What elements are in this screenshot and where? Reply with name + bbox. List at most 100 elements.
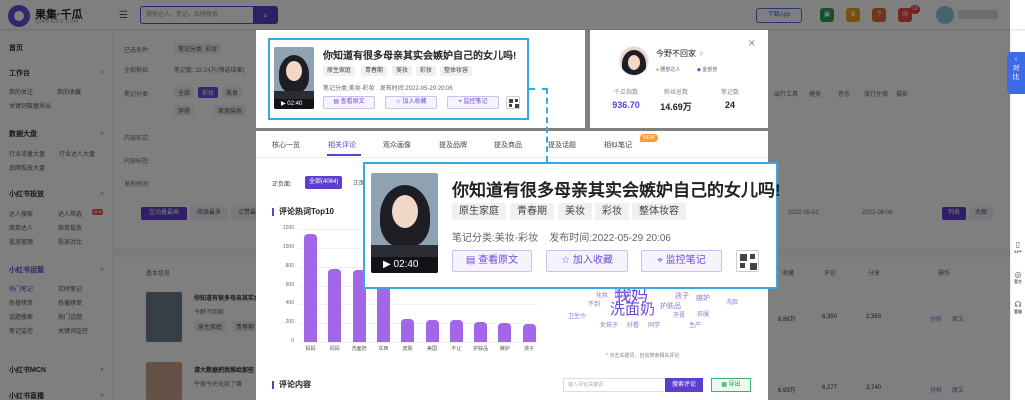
play-icon: ▶ bbox=[383, 259, 394, 270]
y-axis-tick: 800 bbox=[285, 262, 294, 269]
view-source-label: 查看原文 bbox=[478, 255, 519, 266]
chart-bar[interactable] bbox=[474, 321, 488, 342]
word-cloud-keyword[interactable]: 不到 bbox=[588, 299, 600, 308]
new-badge: NEW bbox=[640, 134, 658, 142]
active-tab-indicator bbox=[327, 154, 361, 156]
highlight-outline bbox=[268, 38, 529, 120]
chart-bar[interactable] bbox=[522, 323, 536, 342]
qr-code-icon[interactable] bbox=[736, 250, 759, 272]
sentiment-filter-all[interactable]: 全部(4064) bbox=[305, 176, 343, 189]
add-favorite-button[interactable]: ☆ 加入收藏 bbox=[546, 250, 628, 272]
category-label: 笔记分类: bbox=[452, 233, 495, 244]
tab-brands[interactable]: 提及品牌 bbox=[439, 140, 467, 150]
tab-products[interactable]: 提及商品 bbox=[494, 140, 522, 150]
word-cloud-keyword[interactable]: 女孩子 bbox=[600, 320, 618, 329]
word-cloud-keyword[interactable]: 牙膏 bbox=[673, 310, 685, 319]
x-axis-tick: 洗面奶 bbox=[351, 346, 367, 352]
y-axis-tick: 1000 bbox=[282, 243, 294, 250]
author-brand-badge: ◆ 金部普 bbox=[697, 66, 717, 73]
x-axis-tick: 孩子 bbox=[524, 346, 535, 352]
sentiment-filter-label: 正负面: bbox=[272, 182, 292, 188]
rail-label: 官方 bbox=[1014, 279, 1022, 284]
x-axis-tick: 不让 bbox=[451, 346, 462, 352]
word-cloud-keyword[interactable]: 生产 bbox=[689, 320, 701, 329]
zoomed-note-meta: 笔记分类:美妆-彩妆 发布时间:2022-05-29 20:06 bbox=[452, 229, 671, 244]
tab-divider bbox=[256, 157, 768, 158]
tab-topics[interactable]: 提及话题 bbox=[548, 140, 576, 150]
chart-bar[interactable] bbox=[304, 233, 317, 342]
author-avatar[interactable] bbox=[619, 46, 649, 76]
chart-bar[interactable] bbox=[449, 320, 463, 342]
y-axis-tick: 0 bbox=[291, 338, 294, 344]
rail-app[interactable]: ▯ APP bbox=[1011, 240, 1025, 254]
note-tag[interactable]: 整体妆容 bbox=[632, 203, 686, 220]
chart-bar[interactable] bbox=[425, 319, 439, 342]
document-icon: ▤ bbox=[465, 255, 479, 266]
author-name[interactable]: 今野不回家 ♀ bbox=[656, 48, 704, 59]
stat-label: 笔记数 bbox=[720, 90, 739, 96]
note-tag[interactable]: 彩妆 bbox=[595, 203, 629, 220]
grid-line bbox=[298, 342, 538, 343]
comment-search-input[interactable]: 输入评论关键词 bbox=[563, 378, 665, 392]
monitor-note-label: 监控笔记 bbox=[665, 255, 706, 266]
excel-icon: ▦ bbox=[721, 382, 729, 388]
monitor-note-button[interactable]: ⌖ 监控笔记 bbox=[641, 250, 722, 272]
stat-value: 24 bbox=[724, 100, 735, 110]
headset-icon: ☊ bbox=[1014, 300, 1022, 309]
word-cloud-keyword[interactable]: 衣服 bbox=[697, 309, 709, 318]
word-cloud-keyword[interactable]: 卫生巾 bbox=[568, 311, 586, 320]
y-axis-tick: 1200 bbox=[282, 225, 294, 231]
thumbnail-face bbox=[391, 195, 418, 228]
x-axis-tick: 妈妈 bbox=[329, 346, 340, 352]
chart-bar[interactable] bbox=[401, 319, 415, 342]
x-axis-tick: 妈妈 bbox=[305, 346, 316, 352]
compare-label: 对比 bbox=[1012, 65, 1020, 81]
chart-bar[interactable] bbox=[498, 322, 512, 342]
stat-label: 千瓜指数 bbox=[613, 90, 638, 96]
stat-value: 14.69万 bbox=[660, 102, 692, 112]
compare-button[interactable]: ‹ 对比 bbox=[1007, 52, 1025, 94]
tab-overview[interactable]: 核心一览 bbox=[272, 140, 300, 150]
close-icon[interactable]: ✕ bbox=[748, 38, 756, 49]
comments-title: 评论内容 bbox=[272, 381, 311, 389]
word-cloud-keyword[interactable]: 化妆 bbox=[596, 290, 608, 299]
note-tag[interactable]: 美妆 bbox=[558, 203, 592, 220]
y-axis-tick: 600 bbox=[285, 281, 294, 288]
y-axis-tick: 400 bbox=[285, 300, 294, 307]
tab-audience[interactable]: 观众画像 bbox=[383, 140, 411, 150]
word-cloud-keyword[interactable]: 孩子 bbox=[675, 291, 689, 301]
chart-bar[interactable] bbox=[328, 268, 342, 342]
rail-official[interactable]: ◎ 官方 bbox=[1011, 270, 1025, 285]
word-cloud-keyword[interactable]: 同学 bbox=[648, 320, 660, 329]
rail-service[interactable]: ☊ 客服 bbox=[1011, 300, 1025, 315]
word-cloud-keyword[interactable]: 嫉妒 bbox=[696, 293, 710, 303]
publish-time: 2022-05-29 20:06 bbox=[592, 233, 671, 244]
tab-comments[interactable]: 相关评论 bbox=[328, 140, 356, 150]
star-icon: ☆ bbox=[561, 255, 573, 266]
phone-icon: ▯ bbox=[1015, 240, 1021, 249]
level-text: 腰部达人 bbox=[660, 67, 681, 73]
note-tag[interactable]: 青春期 bbox=[510, 203, 554, 220]
stat-value: 936.70 bbox=[612, 100, 640, 110]
category-value: 美妆-彩妆 bbox=[494, 233, 539, 244]
connector-line bbox=[546, 88, 548, 162]
zoomed-note-thumbnail[interactable]: ▶ 02:40 bbox=[371, 173, 438, 273]
avatar-face bbox=[628, 55, 640, 70]
comment-search-button[interactable]: 搜索评论 bbox=[665, 378, 703, 392]
tab-similar-notes[interactable]: 相似笔记 bbox=[604, 140, 632, 150]
x-axis-tick: 护肤品 bbox=[473, 346, 489, 352]
note-tag[interactable]: 原生家庭 bbox=[452, 203, 506, 220]
word-cloud-keyword[interactable]: 洗脸 bbox=[726, 297, 738, 306]
zoomed-note-title[interactable]: 你知道有很多母亲其实会嫉妒自己的女儿吗! bbox=[452, 176, 781, 201]
add-favorite-label: 加入收藏 bbox=[572, 255, 613, 266]
rail-label: 客服 bbox=[1014, 309, 1022, 314]
chevron-left-icon: ‹ bbox=[1014, 56, 1018, 63]
author-card bbox=[590, 30, 768, 128]
stat-label: 粉丝总数 bbox=[663, 90, 688, 96]
view-source-button[interactable]: ▤ 查看原文 bbox=[452, 250, 532, 272]
y-axis-tick: 200 bbox=[285, 319, 294, 326]
x-axis-tick: 皮肤 bbox=[402, 346, 413, 352]
word-cloud-keyword[interactable]: 好看 bbox=[627, 320, 639, 329]
rail-label: APP bbox=[1013, 249, 1023, 254]
export-button[interactable]: ▦ 导出 bbox=[711, 378, 751, 392]
